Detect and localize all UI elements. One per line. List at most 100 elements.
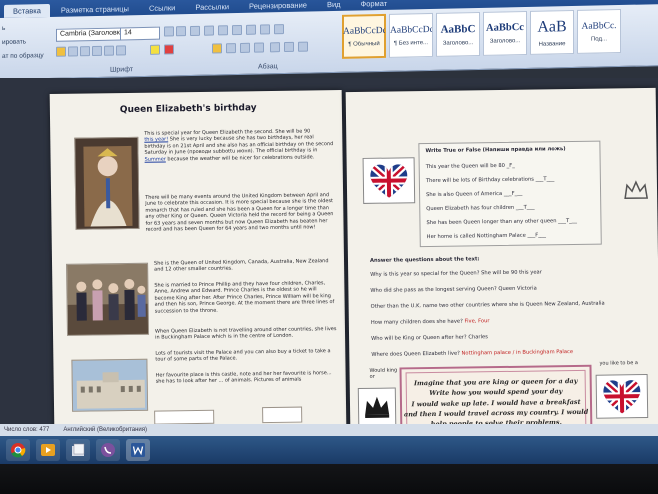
true-false-item[interactable]: There will be lots of Birthday celebrati… bbox=[426, 176, 555, 184]
multilevel-list-icon[interactable] bbox=[218, 25, 228, 36]
crown-outline-icon bbox=[624, 180, 649, 200]
font-size-select[interactable]: 14 bbox=[120, 26, 160, 41]
word-icon[interactable] bbox=[126, 439, 150, 461]
paragraph-events: There will be many events around the Uni… bbox=[145, 192, 334, 233]
taskbar bbox=[0, 436, 658, 464]
align-left-icon[interactable] bbox=[212, 43, 222, 54]
monitor-bezel bbox=[0, 464, 658, 494]
tab-review[interactable]: Рецензирование bbox=[240, 0, 316, 12]
question-line[interactable]: Why is this year so special for the Quee… bbox=[370, 269, 542, 277]
tab-page-layout[interactable]: Разметка страницы bbox=[52, 2, 138, 17]
style-subtitle[interactable]: AaBbCc. Под... bbox=[577, 8, 621, 54]
borders-icon[interactable] bbox=[298, 41, 308, 52]
paragraph-residence: When Queen Elizabeth is not travelling a… bbox=[154, 326, 337, 342]
true-false-item[interactable]: This year the Queen will be 80 _F_ bbox=[426, 163, 515, 170]
tab-view[interactable]: Вид bbox=[318, 0, 350, 11]
queen-portrait-photo bbox=[74, 136, 140, 230]
true-false-item[interactable]: Queen Elizabeth has four children ___T__… bbox=[426, 205, 534, 213]
increase-indent-icon[interactable] bbox=[246, 24, 256, 35]
font-group-label: Шрифт bbox=[110, 66, 134, 74]
palace-icon bbox=[72, 359, 149, 412]
paste-command[interactable]: ь bbox=[2, 21, 52, 36]
tab-format[interactable]: Формат bbox=[352, 0, 397, 10]
true-false-box: Write True or False (Напиши правда или л… bbox=[418, 140, 602, 248]
queen-portrait-icon bbox=[75, 137, 140, 230]
answer-heading: Answer the questions about the text: bbox=[369, 256, 480, 264]
underline-icon[interactable] bbox=[80, 46, 90, 57]
decrease-indent-icon[interactable] bbox=[232, 24, 242, 36]
crown-icon bbox=[365, 396, 390, 418]
font-color-icon[interactable] bbox=[164, 44, 174, 55]
paragraph-tourists: Lots of tourists visit the Palace and yo… bbox=[155, 348, 331, 364]
screen: Вставка Разметка страницы Ссылки Рассылк… bbox=[0, 0, 658, 494]
style-title[interactable]: AaB Название bbox=[530, 9, 574, 55]
media-player-icon[interactable] bbox=[36, 439, 60, 461]
clipboard-group: ь ировать ат по образцу bbox=[0, 21, 52, 70]
align-center-icon[interactable] bbox=[226, 43, 236, 54]
shading-icon[interactable] bbox=[284, 41, 294, 53]
shrink-font-icon[interactable] bbox=[176, 26, 186, 37]
ribbon: ь ировать ат по образцу Cambria (Заголов… bbox=[0, 4, 658, 80]
uk-heart-icon bbox=[603, 380, 641, 414]
royal-family-photo bbox=[66, 262, 150, 336]
styles-gallery: AaBbCcDc ¶ Обычный AaBbCcDc ¶ Без инте... … bbox=[342, 8, 621, 59]
buckingham-palace-photo bbox=[71, 358, 149, 412]
question-line[interactable]: Other than the U.K. name two other count… bbox=[371, 301, 605, 310]
justify-icon[interactable] bbox=[254, 42, 264, 53]
highlight-icon[interactable] bbox=[150, 44, 160, 55]
page-1[interactable]: Queen Elizabeth's birthday This is speci… bbox=[49, 89, 347, 431]
chrome-icon[interactable] bbox=[6, 439, 30, 461]
flag-figure bbox=[262, 406, 303, 424]
sort-icon[interactable] bbox=[260, 24, 270, 35]
document-area: Queen Elizabeth's birthday This is speci… bbox=[0, 78, 658, 472]
line-spacing-icon[interactable] bbox=[270, 42, 280, 53]
style-no-spacing[interactable]: AaBbCcDc ¶ Без инте... bbox=[389, 12, 433, 58]
subscript-icon[interactable] bbox=[104, 45, 114, 56]
true-false-heading: Write True or False (Напиши правда или л… bbox=[425, 146, 566, 155]
word-count[interactable]: Число слов: 477 bbox=[4, 427, 49, 433]
bold-icon[interactable] bbox=[56, 46, 66, 57]
question-line[interactable]: Who will be King or Queen after her? Cha… bbox=[371, 334, 488, 342]
strikethrough-icon[interactable] bbox=[92, 45, 102, 57]
copy-command[interactable]: ировать bbox=[2, 35, 52, 50]
superscript-icon[interactable] bbox=[116, 45, 126, 56]
true-false-item[interactable]: She has been Queen longer than any other… bbox=[426, 218, 577, 226]
uk-heart-flag-image-2 bbox=[595, 373, 649, 419]
status-bar: Число слов: 477 Английский (Великобритан… bbox=[0, 424, 658, 436]
page-2[interactable]: Write True or False (Напиши правда или л… bbox=[345, 87, 658, 434]
files-icon[interactable] bbox=[66, 439, 90, 461]
true-false-item[interactable]: She is also Queen of America ___F___ bbox=[426, 191, 522, 198]
grow-font-icon[interactable] bbox=[164, 26, 174, 37]
crown-image bbox=[357, 387, 397, 427]
paragraph-favourites: Her favourite place is this castle, note… bbox=[155, 370, 332, 386]
paragraph-countries: She is the Queen of United Kingdom, Cana… bbox=[154, 258, 329, 274]
page-title: Queen Elizabeth's birthday bbox=[119, 103, 257, 116]
uk-heart-flag-image bbox=[362, 157, 416, 204]
right-note: you like to be a bbox=[599, 360, 638, 367]
tab-references[interactable]: Ссылки bbox=[140, 1, 184, 15]
bullets-icon[interactable] bbox=[190, 25, 200, 37]
question-line[interactable]: How many children does she have? Five, F… bbox=[371, 318, 490, 326]
language-indicator[interactable]: Английский (Великобритания) bbox=[63, 427, 147, 433]
paragraph-intro: This is special year for Queen Elizabeth… bbox=[144, 128, 334, 163]
viber-icon[interactable] bbox=[96, 439, 120, 461]
paragraph-group-label: Абзац bbox=[258, 63, 278, 71]
numbering-icon[interactable] bbox=[204, 25, 214, 36]
question-line[interactable]: Where does Queen Elizabeth live? Notting… bbox=[371, 349, 573, 358]
italic-icon[interactable] bbox=[68, 46, 78, 57]
align-right-icon[interactable] bbox=[240, 42, 250, 53]
question-line[interactable]: Who did she pass as the longest serving … bbox=[370, 286, 536, 294]
tab-mailings[interactable]: Рассылки bbox=[186, 0, 238, 14]
style-heading2[interactable]: AaBbCc Заголово... bbox=[483, 10, 527, 56]
style-heading1[interactable]: AaBbC Заголово... bbox=[436, 11, 480, 57]
style-normal[interactable]: AaBbCcDc ¶ Обычный bbox=[342, 13, 386, 59]
guards-figure bbox=[154, 409, 215, 425]
crown-outline-image bbox=[619, 174, 653, 208]
true-false-item[interactable]: Her home is called Nottingham Palace ___… bbox=[427, 232, 546, 240]
royal-family-icon bbox=[67, 263, 150, 336]
paragraph-family: She is married to Prince Phillip and the… bbox=[154, 280, 335, 315]
format-painter-command[interactable]: ат по образцу bbox=[2, 49, 52, 64]
uk-heart-icon bbox=[370, 164, 408, 198]
tab-insert[interactable]: Вставка bbox=[4, 3, 50, 18]
show-marks-icon[interactable] bbox=[274, 24, 284, 35]
